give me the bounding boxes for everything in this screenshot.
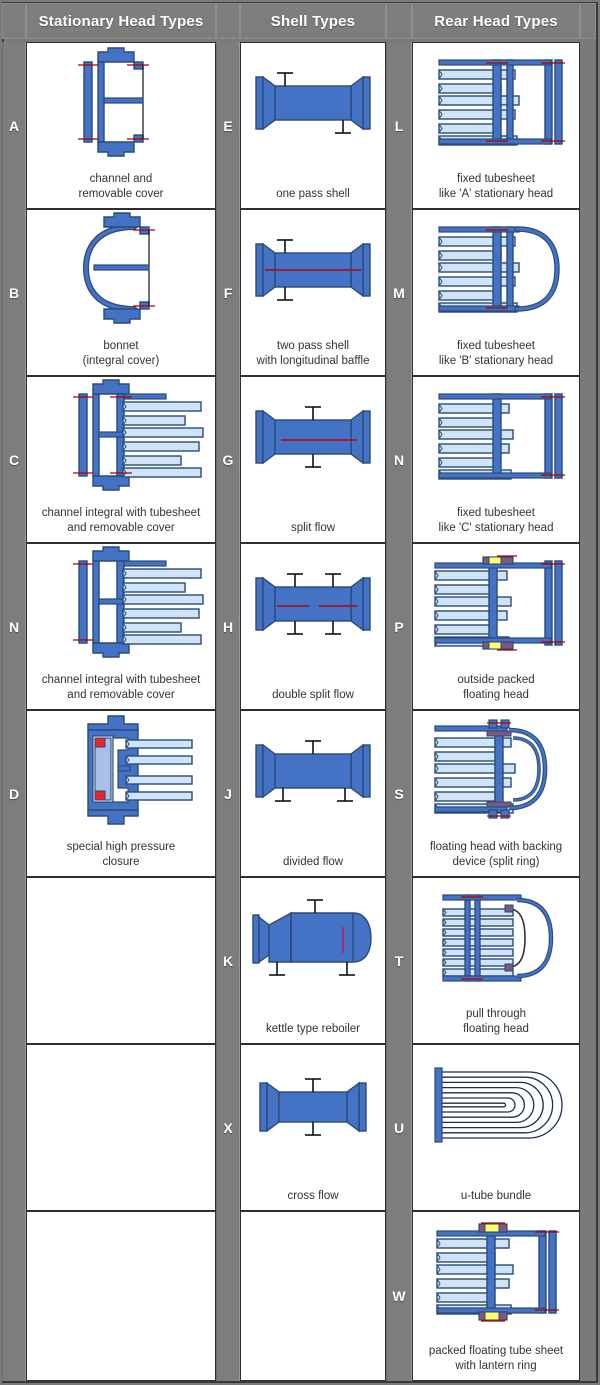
caption-two-pass-shell: two pass shell with longitudinal baffle xyxy=(256,340,370,367)
caption-packed-floating-tube-sheet: packed floating tube sheet with lantern r… xyxy=(428,1345,564,1372)
figure-cell-channel-integral-tubesheet-c[interactable]: channel integral with tubesheet and remov… xyxy=(26,376,216,543)
letter-cell-empty xyxy=(2,1211,26,1381)
caption-channel-removable-cover: channel and removable cover xyxy=(78,173,164,200)
caption-one-pass-shell: one pass shell xyxy=(276,188,350,200)
figure-cell-channel-removable-cover[interactable]: channel and removable cover xyxy=(26,42,216,209)
type-letter-a-stationary[interactable]: A xyxy=(2,42,26,209)
caption-split-flow: split flow xyxy=(290,522,336,534)
figure-cell-pull-through-floating-head[interactable]: pull through floating head xyxy=(412,877,580,1044)
header-stationary-head: Stationary Head Types xyxy=(26,3,216,39)
diagram-double-split-flow xyxy=(241,544,385,662)
caption-fixed-tubesheet-n: fixed tubesheet like 'C' stationary head xyxy=(438,507,554,534)
figure-cell-empty xyxy=(26,1044,216,1211)
figure-cell-cross-flow[interactable]: cross flow xyxy=(240,1044,386,1211)
diagram-channel-removable-cover xyxy=(27,43,215,161)
header-blank-mid2 xyxy=(386,3,412,39)
header-rear-head: Rear Head Types xyxy=(412,3,580,39)
diagram-split-flow xyxy=(241,377,385,495)
caption-special-high-pressure-closure: special high pressure closure xyxy=(66,841,176,868)
type-letter-w-rear[interactable]: W xyxy=(386,1211,412,1381)
diagram-fixed-tubesheet-m xyxy=(413,210,579,328)
figure-cell-floating-head-split-ring[interactable]: floating head with backing device (split … xyxy=(412,710,580,877)
type-letter-b-stationary[interactable]: B xyxy=(2,209,26,376)
diagram-u-tube-bundle xyxy=(413,1045,579,1163)
figure-cell-divided-flow[interactable]: divided flow xyxy=(240,710,386,877)
figure-cell-one-pass-shell[interactable]: one pass shell xyxy=(240,42,386,209)
letter-cell-empty xyxy=(2,1044,26,1211)
diagram-two-pass-shell xyxy=(241,210,385,328)
figure-cell-special-high-pressure-closure[interactable]: special high pressure closure xyxy=(26,710,216,877)
caption-pull-through-floating-head: pull through floating head xyxy=(463,1008,529,1035)
type-letter-h-shell[interactable]: H xyxy=(216,543,240,710)
figure-cell-fixed-tubesheet-m[interactable]: fixed tubesheet like 'B' stationary head xyxy=(412,209,580,376)
caption-fixed-tubesheet-l: fixed tubesheet like 'A' stationary head xyxy=(438,173,554,200)
type-letter-g-shell[interactable]: G xyxy=(216,376,240,543)
figure-cell-bonnet-integral-cover[interactable]: bonnet (integral cover) xyxy=(26,209,216,376)
type-letter-m-rear[interactable]: M xyxy=(386,209,412,376)
caption-channel-integral-tubesheet-c: channel integral with tubesheet and remov… xyxy=(41,507,201,534)
figure-cell-outside-packed-floating-head[interactable]: outside packed floating head xyxy=(412,543,580,710)
caption-cross-flow: cross flow xyxy=(287,1190,339,1202)
diagram-pull-through-floating-head xyxy=(413,878,579,996)
diagram-bonnet-integral-cover xyxy=(27,210,215,328)
caption-channel-integral-tubesheet-n: channel integral with tubesheet and remov… xyxy=(41,674,201,701)
header-blank-right xyxy=(580,3,596,39)
type-letter-t-rear[interactable]: T xyxy=(386,877,412,1044)
diagram-divided-flow xyxy=(241,711,385,829)
caption-kettle-type-reboiler: kettle type reboiler xyxy=(266,1023,360,1035)
type-letter-k-shell[interactable]: K xyxy=(216,877,240,1044)
header-blank-left xyxy=(2,3,26,39)
type-letter-d-stationary[interactable]: D xyxy=(2,710,26,877)
caption-outside-packed-floating-head: outside packed floating head xyxy=(457,674,535,701)
type-letter-s-rear[interactable]: S xyxy=(386,710,412,877)
tema-chart: Stationary Head Types Shell Types Rear H… xyxy=(0,0,600,1385)
type-letter-c-stationary[interactable]: C xyxy=(2,376,26,543)
figure-cell-double-split-flow[interactable]: double split flow xyxy=(240,543,386,710)
letter-cell-empty xyxy=(2,877,26,1044)
figure-cell-u-tube-bundle[interactable]: u-tube bundle xyxy=(412,1044,580,1211)
diagram-fixed-tubesheet-l xyxy=(413,43,579,161)
caption-double-split-flow: double split flow xyxy=(272,689,354,701)
diagram-floating-head-split-ring xyxy=(413,711,579,829)
figure-cell-fixed-tubesheet-l[interactable]: fixed tubesheet like 'A' stationary head xyxy=(412,42,580,209)
diagram-kettle-type-reboiler xyxy=(241,878,385,996)
type-letter-f-shell[interactable]: F xyxy=(216,209,240,376)
figure-cell-empty xyxy=(26,877,216,1044)
caption-u-tube-bundle: u-tube bundle xyxy=(460,1190,532,1202)
letter-cell-empty xyxy=(216,1211,240,1381)
diagram-channel-integral-tubesheet-c xyxy=(27,377,215,495)
type-letter-n-stationary[interactable]: N xyxy=(2,543,26,710)
diagram-outside-packed-floating-head xyxy=(413,544,579,662)
type-letter-u-rear[interactable]: U xyxy=(386,1044,412,1211)
figure-cell-empty xyxy=(240,1211,386,1381)
figure-cell-two-pass-shell[interactable]: two pass shell with longitudinal baffle xyxy=(240,209,386,376)
diagram-fixed-tubesheet-n xyxy=(413,377,579,495)
header-shell: Shell Types xyxy=(240,3,386,39)
caption-bonnet-integral-cover: bonnet (integral cover) xyxy=(82,340,160,367)
type-letter-x-shell[interactable]: X xyxy=(216,1044,240,1211)
diagram-cross-flow xyxy=(241,1045,385,1163)
caption-fixed-tubesheet-m: fixed tubesheet like 'B' stationary head xyxy=(438,340,554,367)
diagram-packed-floating-tube-sheet xyxy=(413,1212,579,1330)
type-letter-p-rear[interactable]: P xyxy=(386,543,412,710)
type-letter-j-shell[interactable]: J xyxy=(216,710,240,877)
type-letter-n-rear[interactable]: N xyxy=(386,376,412,543)
chart-header: Stationary Head Types Shell Types Rear H… xyxy=(0,0,596,41)
figure-cell-fixed-tubesheet-n[interactable]: fixed tubesheet like 'C' stationary head xyxy=(412,376,580,543)
type-letter-e-shell[interactable]: E xyxy=(216,42,240,209)
caption-floating-head-split-ring: floating head with backing device (split … xyxy=(429,841,563,868)
figure-cell-empty xyxy=(26,1211,216,1381)
diagram-channel-integral-tubesheet-n xyxy=(27,544,215,662)
diagram-special-high-pressure-closure xyxy=(27,711,215,829)
caption-divided-flow: divided flow xyxy=(282,856,344,868)
type-letter-l-rear[interactable]: L xyxy=(386,42,412,209)
figure-cell-kettle-type-reboiler[interactable]: kettle type reboiler xyxy=(240,877,386,1044)
figure-cell-packed-floating-tube-sheet[interactable]: packed floating tube sheet with lantern r… xyxy=(412,1211,580,1381)
header-blank-mid1 xyxy=(216,3,240,39)
diagram-one-pass-shell xyxy=(241,43,385,161)
figure-cell-split-flow[interactable]: split flow xyxy=(240,376,386,543)
figure-cell-channel-integral-tubesheet-n[interactable]: channel integral with tubesheet and remov… xyxy=(26,543,216,710)
